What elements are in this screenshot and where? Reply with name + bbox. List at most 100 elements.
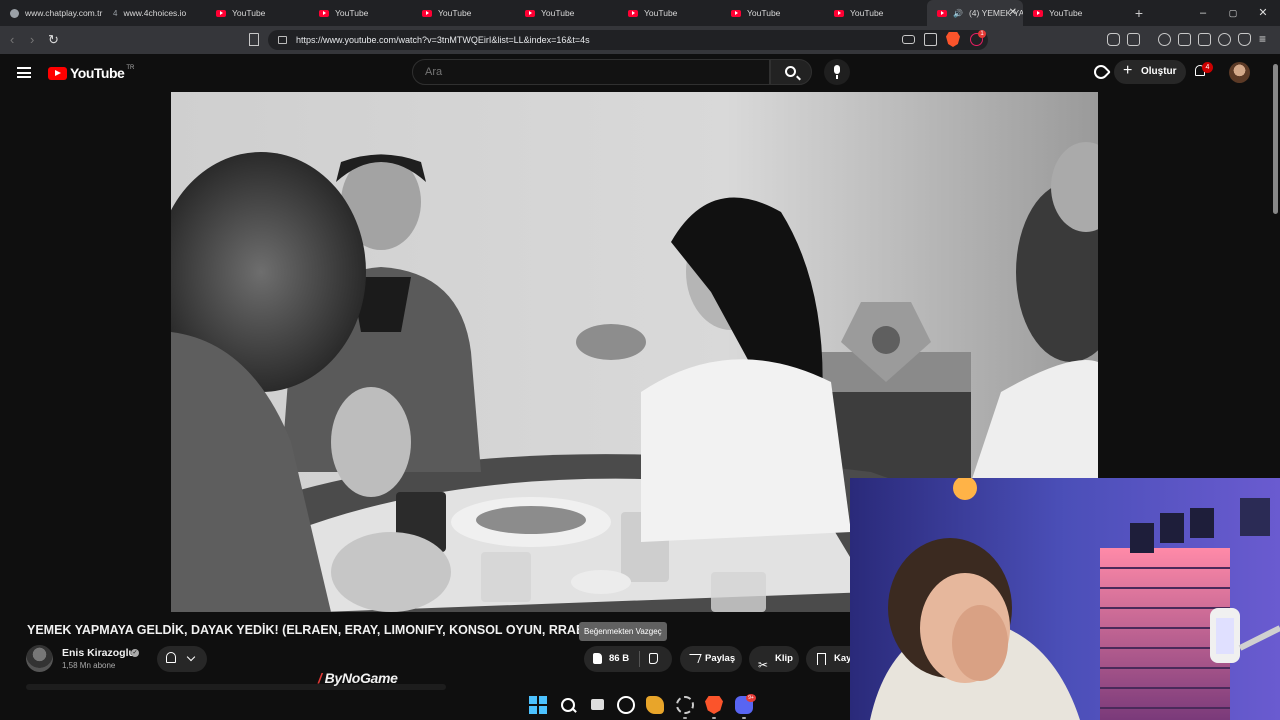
site-info-icon[interactable] bbox=[278, 36, 287, 44]
channel-avatar[interactable] bbox=[26, 645, 53, 672]
share-page-icon[interactable] bbox=[924, 33, 937, 46]
extension-badge: 1 bbox=[978, 30, 986, 38]
running-indicator bbox=[712, 717, 716, 719]
extensions-icon[interactable] bbox=[1107, 33, 1120, 46]
tab-chatplay[interactable]: www.chatplay.com.tr bbox=[0, 0, 103, 26]
notification-count-badge: 4 bbox=[1202, 62, 1213, 73]
speaker-icon[interactable]: 🔊 bbox=[953, 9, 963, 18]
wallet-icon[interactable] bbox=[1198, 33, 1211, 46]
gift-icon[interactable] bbox=[1091, 62, 1111, 82]
app-icon[interactable] bbox=[646, 696, 664, 714]
screenshot-icon[interactable] bbox=[1127, 33, 1140, 46]
subscriber-count: 1,58 Mn abone bbox=[62, 661, 116, 670]
youtube-logo[interactable]: YouTube TR bbox=[48, 65, 134, 81]
browser-tab-strip: www.chatplay.com.tr 4 www.4choices.io You… bbox=[0, 0, 1280, 26]
tab-youtube[interactable]: YouTube bbox=[206, 0, 309, 26]
account-avatar[interactable] bbox=[1229, 62, 1250, 83]
bookmark-save-icon bbox=[817, 653, 826, 665]
like-button[interactable]: 86 B bbox=[584, 646, 638, 672]
scissors-icon: ✂ bbox=[758, 658, 769, 672]
share-button[interactable]: Paylaş bbox=[680, 646, 742, 672]
url-text: https://www.youtube.com/watch?v=3tnMTWQE… bbox=[296, 35, 590, 45]
bookmark-icon[interactable] bbox=[249, 33, 259, 46]
taskbar-search-icon[interactable] bbox=[559, 696, 577, 714]
scroll-thumb[interactable] bbox=[1273, 64, 1278, 214]
tab-label: YouTube bbox=[438, 8, 472, 18]
clip-button[interactable]: ✂ Klip bbox=[749, 646, 799, 672]
youtube-icon bbox=[422, 9, 432, 17]
address-bar[interactable]: https://www.youtube.com/watch?v=3tnMTWQE… bbox=[268, 30, 988, 50]
globe-icon bbox=[10, 8, 19, 18]
tab-label: YouTube bbox=[541, 8, 575, 18]
vpn-icon[interactable] bbox=[1238, 33, 1251, 46]
running-indicator bbox=[742, 717, 746, 719]
youtube-icon bbox=[937, 9, 947, 17]
reload-icon[interactable]: ↻ bbox=[48, 32, 59, 48]
tab-label: YouTube bbox=[335, 8, 369, 18]
watermark-text: ByNoGame bbox=[324, 670, 398, 686]
tab-youtube[interactable]: YouTube bbox=[618, 0, 721, 26]
youtube-header: YouTube TR Oluştur 4 bbox=[0, 54, 1280, 92]
logo-text: YouTube bbox=[70, 65, 125, 81]
maximize-button[interactable]: ▢ bbox=[1218, 0, 1248, 26]
file-explorer-icon[interactable] bbox=[589, 696, 607, 714]
like-tooltip: Beğenmekten Vazgeç bbox=[579, 622, 667, 641]
browser-menu-icon[interactable]: ≡ bbox=[1259, 32, 1266, 46]
tab-label: www.4choices.io bbox=[123, 8, 187, 18]
tab-label: YouTube bbox=[850, 8, 884, 18]
close-window-button[interactable]: ✕ bbox=[1248, 0, 1278, 26]
hamburger-menu-icon[interactable] bbox=[17, 67, 31, 78]
bell-icon bbox=[166, 652, 176, 663]
clip-label: Klip bbox=[775, 653, 793, 664]
country-code: TR bbox=[126, 65, 135, 71]
tab-youtube[interactable]: YouTube bbox=[824, 0, 927, 26]
subscription-bell-button[interactable] bbox=[157, 646, 207, 672]
youtube-icon bbox=[1033, 9, 1043, 17]
share-icon bbox=[686, 654, 702, 663]
channel-name[interactable]: Enis Kirazoglu bbox=[62, 647, 135, 659]
verified-icon: ✓ bbox=[131, 649, 139, 657]
running-indicator bbox=[683, 717, 687, 719]
page-scrollbar[interactable] bbox=[1271, 54, 1280, 478]
tab-youtube[interactable]: YouTube bbox=[412, 0, 515, 26]
create-button[interactable]: Oluştur bbox=[1114, 59, 1186, 84]
tab-youtube[interactable]: YouTube bbox=[721, 0, 824, 26]
back-icon[interactable]: ‹ bbox=[10, 32, 14, 47]
screen-cast-icon[interactable] bbox=[902, 35, 915, 44]
youtube-icon bbox=[525, 9, 535, 17]
tab-youtube[interactable]: YouTube bbox=[515, 0, 618, 26]
youtube-icon bbox=[319, 9, 329, 17]
tab-active-video[interactable]: 🔊(4) YEMEK YAPMAYA✕ bbox=[927, 0, 1023, 26]
search-button[interactable] bbox=[770, 59, 812, 85]
minimize-button[interactable]: – bbox=[1188, 0, 1218, 26]
like-count: 86 B bbox=[609, 653, 630, 664]
watermark-logo-icon: / bbox=[318, 670, 322, 686]
tab-label: www.chatplay.com.tr bbox=[25, 8, 103, 18]
new-tab-button[interactable]: + bbox=[1126, 5, 1152, 21]
search-input[interactable] bbox=[412, 59, 770, 85]
leo-ai-icon[interactable] bbox=[1218, 33, 1231, 46]
tab-close-icon[interactable]: ✕ bbox=[1009, 7, 1017, 18]
forward-icon[interactable]: › bbox=[30, 32, 34, 47]
tab-youtube[interactable]: YouTube bbox=[309, 0, 412, 26]
media-icon[interactable] bbox=[1158, 33, 1171, 46]
streamer-watermark: / ByNoGame bbox=[318, 670, 398, 686]
share-label: Paylaş bbox=[705, 653, 736, 664]
windows-taskbar: 9+ bbox=[0, 690, 850, 720]
dislike-button[interactable] bbox=[640, 646, 672, 672]
tab-youtube[interactable]: YouTube bbox=[1023, 0, 1126, 26]
chatgpt-icon[interactable] bbox=[617, 696, 635, 714]
tab-4choices[interactable]: 4 www.4choices.io bbox=[103, 0, 206, 26]
thumbs-down-icon bbox=[649, 653, 658, 664]
tab-label: YouTube bbox=[644, 8, 678, 18]
youtube-play-icon bbox=[48, 66, 67, 80]
webcam-overlay bbox=[850, 478, 1280, 720]
brave-browser-icon[interactable] bbox=[705, 696, 723, 714]
sidebar-icon[interactable] bbox=[1178, 33, 1191, 46]
voice-search-button[interactable] bbox=[824, 59, 850, 85]
windows-start-icon[interactable] bbox=[529, 696, 547, 714]
settings-app-icon[interactable] bbox=[676, 696, 694, 714]
thumbs-up-icon bbox=[593, 653, 602, 664]
browser-toolbar: ‹ › ↻ https://www.youtube.com/watch?v=3t… bbox=[0, 26, 1280, 54]
youtube-icon bbox=[834, 9, 844, 17]
